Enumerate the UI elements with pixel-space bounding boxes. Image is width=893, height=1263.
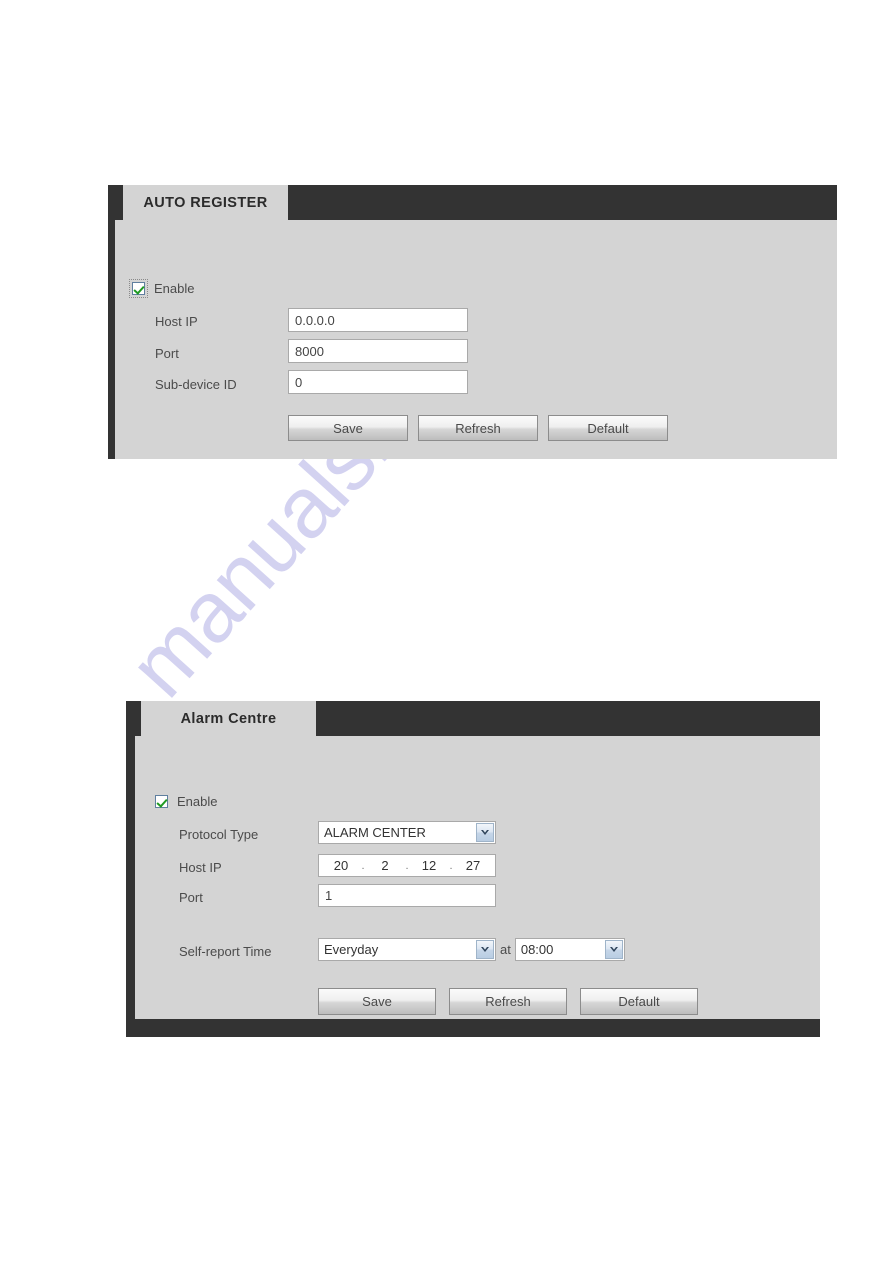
host-ip-field-row: 0.0.0.0 [288, 308, 468, 332]
panel-chrome: Alarm Centre Enable Protocol Type ALARM … [126, 701, 820, 1037]
self-report-time-select[interactable]: 08:00 [514, 938, 625, 961]
chevron-down-icon[interactable] [604, 940, 623, 959]
chevron-down-icon[interactable] [476, 940, 494, 959]
port-label: Port [179, 890, 203, 905]
host-ip-label: Host IP [179, 860, 222, 875]
host-ip-octet-2[interactable]: 2 [370, 858, 400, 873]
refresh-button[interactable]: Refresh [418, 415, 538, 441]
enable-row: Enable [129, 279, 195, 298]
host-ip-field-row: 20 . 2 . 12 . 27 [318, 854, 496, 877]
port-field-row: 8000 [288, 339, 468, 363]
sub-device-id-label: Sub-device ID [155, 377, 237, 392]
port-label-row: Port [155, 346, 179, 361]
panel-chrome: AUTO REGISTER Enable Host IP 0.0.0.0 Por… [108, 185, 837, 459]
sub-device-id-label-row: Sub-device ID [155, 377, 237, 392]
protocol-type-select[interactable]: ALARM CENTER [318, 821, 496, 844]
enable-checkbox[interactable] [155, 795, 168, 808]
host-ip-separator: . [405, 859, 409, 872]
save-button[interactable]: Save [318, 988, 436, 1015]
enable-checkbox[interactable] [129, 279, 148, 298]
enable-label: Enable [154, 281, 195, 296]
host-ip-label: Host IP [155, 314, 198, 329]
self-report-time-label-row: Self-report Time [179, 944, 271, 959]
self-report-day-value: Everyday [324, 942, 379, 957]
at-label: at [500, 942, 511, 957]
panel-body: Enable Host IP 0.0.0.0 Port 8000 Sub-dev… [115, 220, 837, 459]
protocol-type-label: Protocol Type [179, 827, 259, 842]
panel-body: Enable Protocol Type ALARM CENTER Host I… [135, 736, 820, 1019]
port-label: Port [155, 346, 179, 361]
save-button[interactable]: Save [288, 415, 408, 441]
host-ip-octet-3[interactable]: 12 [414, 858, 444, 873]
port-field-row: 1 [318, 884, 496, 907]
chevron-down-icon[interactable] [476, 823, 494, 842]
protocol-type-label-row: Protocol Type [179, 827, 258, 842]
self-report-time-label: Self-report Time [179, 944, 272, 959]
protocol-type-value: ALARM CENTER [324, 825, 426, 840]
tabbar: Alarm Centre [135, 701, 820, 736]
button-bar: Save Refresh Default [288, 415, 668, 441]
host-ip-label-row: Host IP [155, 314, 198, 329]
self-report-time-value: 08:00 [520, 942, 554, 957]
sub-device-id-input[interactable]: 0 [288, 370, 468, 394]
host-ip-octet-1[interactable]: 20 [326, 858, 356, 873]
tab-auto-register[interactable]: AUTO REGISTER [123, 185, 288, 220]
enable-label: Enable [177, 794, 218, 809]
button-bar: Save Refresh Default [318, 988, 698, 1015]
host-ip-separator: . [361, 859, 365, 872]
port-input[interactable]: 1 [318, 884, 496, 907]
sub-device-id-field-row: 0 [288, 370, 468, 394]
alarm-centre-panel: Alarm Centre Enable Protocol Type ALARM … [126, 701, 820, 1037]
self-report-time-field-row: Everyday at 08:00 [318, 938, 625, 961]
port-input[interactable]: 8000 [288, 339, 468, 363]
host-ip-input[interactable]: 0.0.0.0 [288, 308, 468, 332]
host-ip-label-row: Host IP [179, 860, 222, 875]
refresh-button[interactable]: Refresh [449, 988, 567, 1015]
host-ip-separator: . [449, 859, 453, 872]
tab-alarm-centre[interactable]: Alarm Centre [141, 701, 316, 736]
self-report-day-select[interactable]: Everyday [318, 938, 496, 961]
auto-register-panel: AUTO REGISTER Enable Host IP 0.0.0.0 Por… [108, 185, 837, 459]
host-ip-octet-4[interactable]: 27 [458, 858, 488, 873]
default-button[interactable]: Default [548, 415, 668, 441]
host-ip-input[interactable]: 20 . 2 . 12 . 27 [318, 854, 496, 877]
port-label-row: Port [179, 890, 203, 905]
default-button[interactable]: Default [580, 988, 698, 1015]
tabbar: AUTO REGISTER [115, 185, 837, 220]
protocol-type-field-row: ALARM CENTER [318, 821, 496, 844]
enable-row: Enable [155, 794, 217, 809]
